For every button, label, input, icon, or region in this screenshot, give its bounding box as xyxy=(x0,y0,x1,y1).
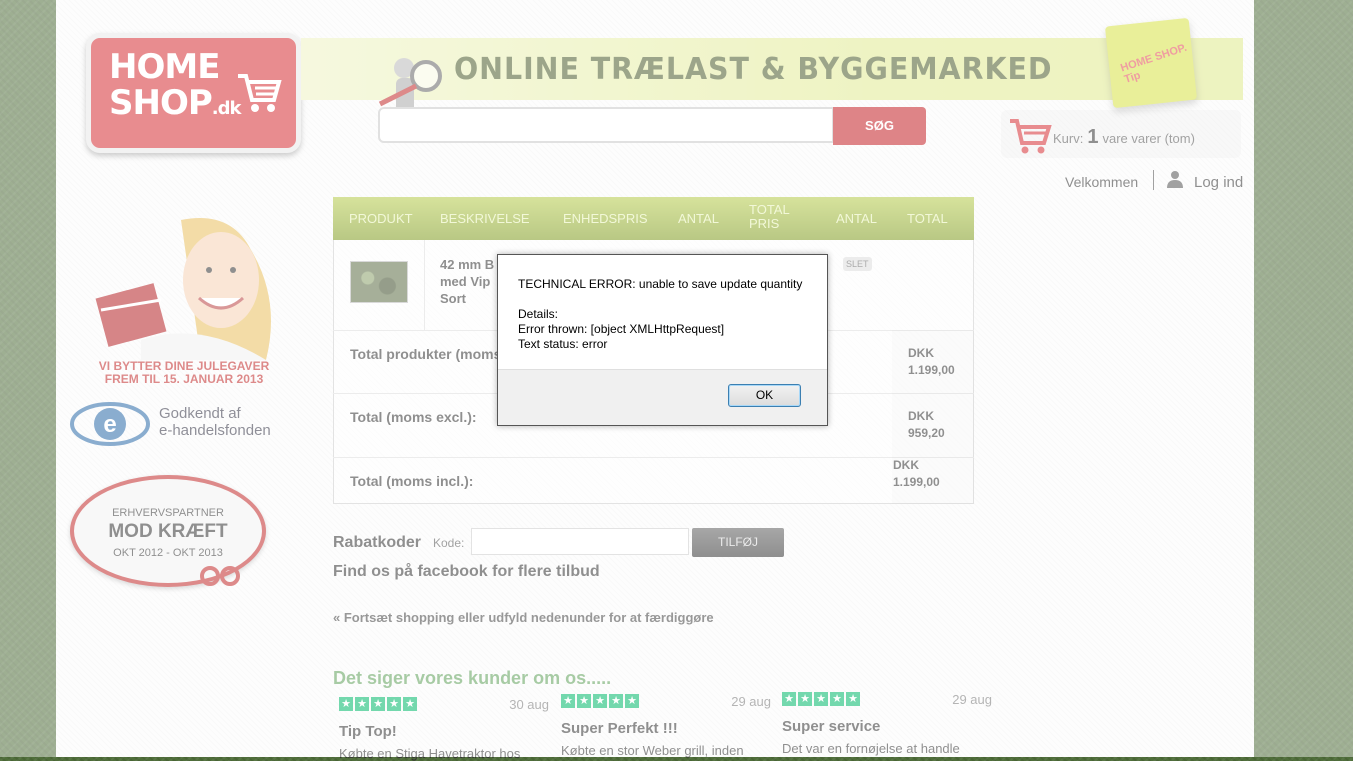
dialog-message: TECHNICAL ERROR: unable to save update q… xyxy=(518,277,803,351)
error-dialog: TECHNICAL ERROR: unable to save update q… xyxy=(497,254,828,426)
ok-button[interactable]: OK xyxy=(728,384,801,407)
dialog-footer: OK xyxy=(498,369,827,425)
dialog-body: TECHNICAL ERROR: unable to save update q… xyxy=(498,255,827,371)
